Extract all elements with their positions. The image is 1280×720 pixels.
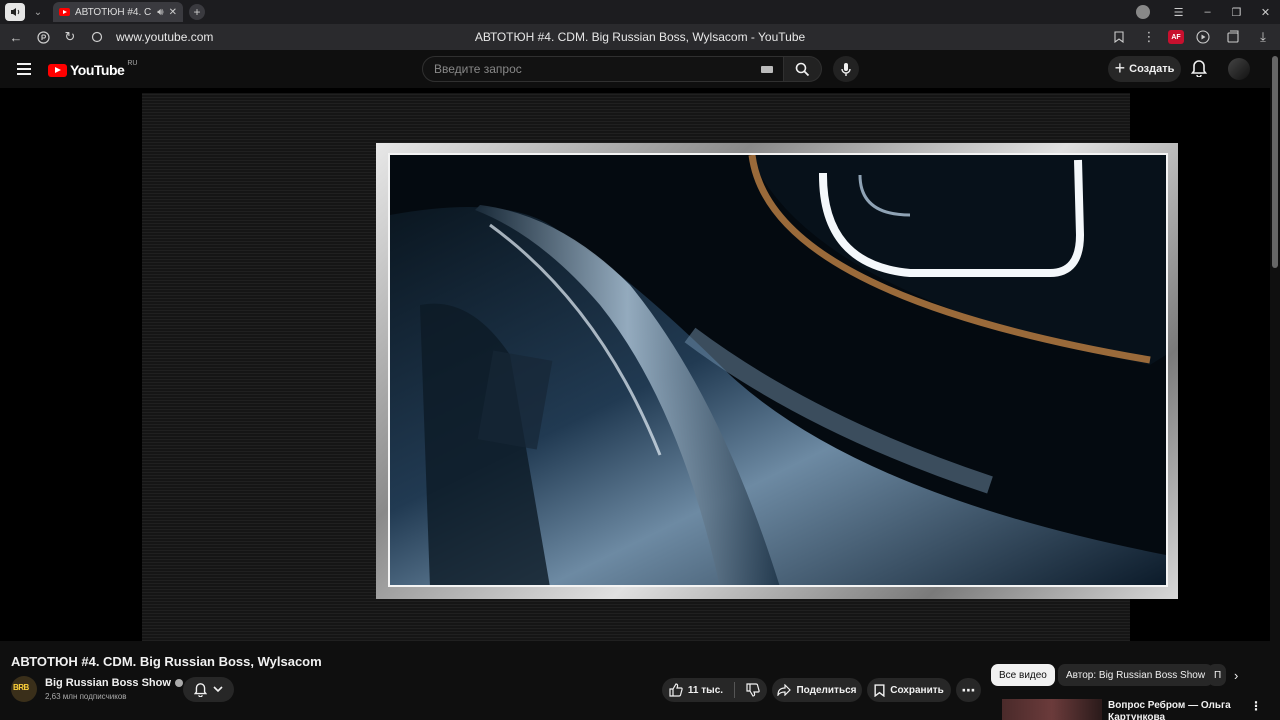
video-frame [376,143,1178,599]
subscriber-count: 2,63 млн подписчиков [45,692,127,701]
video-scene [390,155,1166,585]
scrollbar-thumb[interactable] [1272,56,1278,268]
chip-all-videos[interactable]: Все видео [991,664,1055,686]
tab-audio-button[interactable] [5,3,25,21]
save-label: Сохранить [890,684,944,696]
save-playlist-icon [874,683,885,697]
chevron-down-icon [213,686,223,693]
browser-tab[interactable]: АВТОТЮН #4. CDM 🔊︎ ✕ [53,2,183,22]
new-tab-button[interactable]: + [189,4,205,20]
subscription-bell-button[interactable] [183,677,234,702]
video-frame-image [388,153,1168,587]
save-button[interactable]: Сохранить [867,678,951,702]
plus-icon: + [1114,58,1126,78]
youtube-play-icon [48,63,67,77]
browser-menu-icon[interactable]: ☰ [1164,6,1193,19]
create-button[interactable]: + Создать [1108,56,1181,82]
notifications-bell-icon[interactable] [1190,59,1208,82]
channel-name-link[interactable]: Big Russian Boss Show [45,677,183,689]
channel-avatar-text: BRB [13,683,29,692]
window-controls: ☰ – ❐ ✕ [1136,0,1280,24]
microphone-icon [840,62,852,77]
extension-icon[interactable]: AF [1168,30,1184,44]
page-scrollbar[interactable] [1270,50,1280,720]
reload-icon[interactable]: ↻ [59,26,81,48]
site-info-icon[interactable] [86,26,108,48]
like-count[interactable]: 11 тыс. [688,685,723,696]
tab-strip: ⌄ АВТОТЮН #4. CDM 🔊︎ ✕ + ☰ – ❐ ✕ [0,0,1280,24]
restore-icon[interactable]: ❐ [1222,6,1251,19]
share-label: Поделиться [796,684,857,696]
address-bar-actions: ⋮ AF ⤓ [1108,26,1274,48]
recommendation-thumbnail[interactable] [1002,699,1102,720]
thumbs-down-icon[interactable] [746,683,760,697]
speaker-icon [10,7,21,17]
voice-search-button[interactable] [833,56,859,82]
tab-close-icon[interactable]: ✕ [169,7,177,18]
more-actions-button[interactable]: ⋯ [956,678,981,702]
bell-icon [194,682,207,697]
video-title: АВТОТЮН #4. CDM. Big Russian Boss, Wylsa… [11,654,322,669]
like-dislike-group: 11 тыс. [662,678,767,702]
video-player[interactable] [0,88,1270,641]
more-vertical-icon[interactable]: ⋮ [1250,699,1262,713]
thumbs-up-icon[interactable] [669,683,683,697]
youtube-header: YouTube RU Введите запрос + Создать [0,50,1280,88]
media-play-icon[interactable] [1192,26,1214,48]
download-icon[interactable]: ⤓ [1252,26,1274,48]
recommendation-title[interactable]: Вопрос Ребром — Ольга Картункова [1108,700,1238,720]
protect-icon[interactable] [32,26,54,48]
search-button[interactable] [784,56,822,82]
user-avatar[interactable] [1228,58,1250,80]
more-horizontal-icon: ⋯ [961,681,976,698]
like-separator [734,682,736,698]
share-icon [777,684,792,696]
create-label: Создать [1129,63,1175,75]
close-window-icon[interactable]: ✕ [1251,6,1280,19]
search-input[interactable]: Введите запрос [422,56,784,82]
menu-icon[interactable] [17,63,31,78]
browser-profile-icon[interactable] [1136,5,1150,19]
player-background [142,93,1178,641]
verified-icon [174,679,183,687]
chevron-down-icon[interactable]: ⌄ [29,3,47,21]
channel-name: Big Russian Boss Show [45,677,171,689]
address-bar: ← ↻ www.youtube.com АВТОТЮН #4. CDM. Big… [0,24,1280,50]
logo-text: YouTube [70,62,125,78]
chip-partial[interactable]: П [1208,664,1226,686]
chip-author[interactable]: Автор: Big Russian Boss Show [1058,664,1214,686]
share-button[interactable]: Поделиться [772,678,862,702]
youtube-logo[interactable]: YouTube RU [48,59,138,78]
chevron-right-icon[interactable]: › [1234,668,1238,683]
search-icon [795,62,810,77]
region-label: RU [127,59,138,67]
keyboard-icon[interactable] [761,66,773,73]
youtube-favicon-icon [59,8,70,16]
more-vertical-icon[interactable]: ⋮ [1138,26,1160,48]
bookmark-icon[interactable] [1108,26,1130,48]
tab-speaker-icon[interactable]: 🔊︎ [157,7,163,18]
url-field[interactable]: www.youtube.com [116,30,213,44]
minimize-icon[interactable]: – [1193,6,1222,18]
back-icon[interactable]: ← [5,26,27,48]
search-placeholder: Введите запрос [434,62,522,76]
tab-title: АВТОТЮН #4. CDM [75,6,152,18]
channel-avatar[interactable]: BRB [11,676,37,702]
collections-icon[interactable] [1222,26,1244,48]
